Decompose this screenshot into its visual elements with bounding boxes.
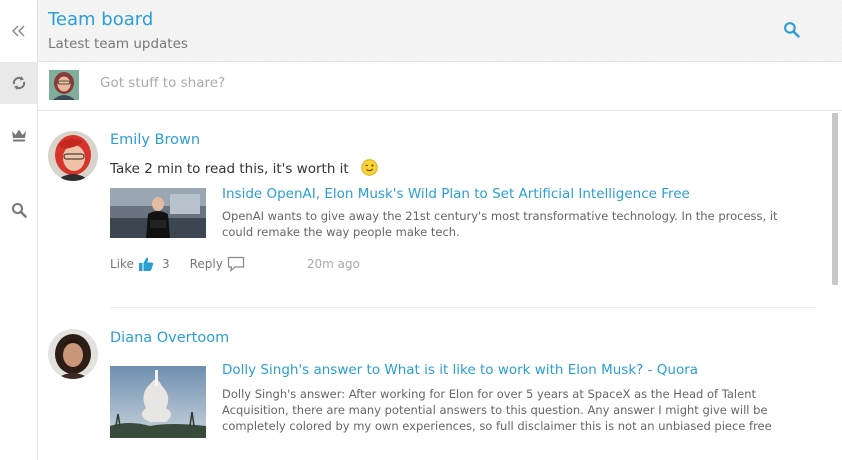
wink-icon [361, 159, 378, 180]
author-name[interactable]: Emily Brown [110, 132, 200, 148]
feed: Emily Brown Take 2 min to read this, it'… [38, 111, 828, 460]
collapse-button[interactable] [0, 11, 37, 51]
link-thumbnail[interactable] [110, 188, 206, 238]
search-icon [783, 22, 800, 42]
like-button[interactable]: Like [110, 256, 154, 272]
sidebar-search-button[interactable] [0, 190, 37, 230]
reply-button[interactable]: Reply [190, 256, 245, 272]
post-text: Take 2 min to read this, it's worth it [110, 159, 378, 180]
author-name[interactable]: Diana Overtoom [110, 330, 229, 346]
link-description: Dolly Singh's answer: After working for … [222, 387, 772, 433]
post-text-content: Take 2 min to read this, it's worth it [110, 161, 349, 177]
refresh-icon [11, 75, 27, 91]
header: Team board Latest team updates [38, 0, 842, 62]
author-avatar[interactable] [48, 329, 98, 379]
leaderboard-button[interactable] [0, 115, 37, 155]
post-actions: Like 3 Reply 20m ago [110, 256, 360, 272]
post-divider [110, 307, 816, 308]
sidebar [0, 0, 38, 460]
reply-label: Reply [189, 257, 223, 271]
author-avatar[interactable] [48, 131, 98, 181]
search-icon [11, 202, 27, 218]
page-subtitle: Latest team updates [48, 36, 188, 52]
crown-icon [11, 128, 27, 142]
link-thumbnail[interactable] [110, 366, 206, 438]
page-title: Team board [48, 9, 154, 30]
current-user-avatar [49, 70, 79, 100]
comment-icon [227, 256, 245, 272]
link-title[interactable]: Dolly Singh's answer to What is it like … [222, 362, 698, 378]
like-label: Like [110, 257, 134, 271]
like-count: 3 [161, 257, 170, 271]
post-timestamp: 20m ago [306, 257, 360, 271]
double-chevron-left-icon [11, 25, 26, 37]
header-search-button[interactable] [783, 21, 800, 42]
thumbs-up-icon [138, 256, 154, 272]
share-input[interactable] [100, 75, 700, 91]
refresh-button[interactable] [0, 62, 37, 104]
compose-bar [38, 62, 842, 111]
link-description: OpenAI wants to give away the 21st centu… [222, 209, 778, 239]
feed-scrollbar[interactable] [832, 113, 838, 285]
link-title[interactable]: Inside OpenAI, Elon Musk's Wild Plan to … [222, 186, 690, 202]
